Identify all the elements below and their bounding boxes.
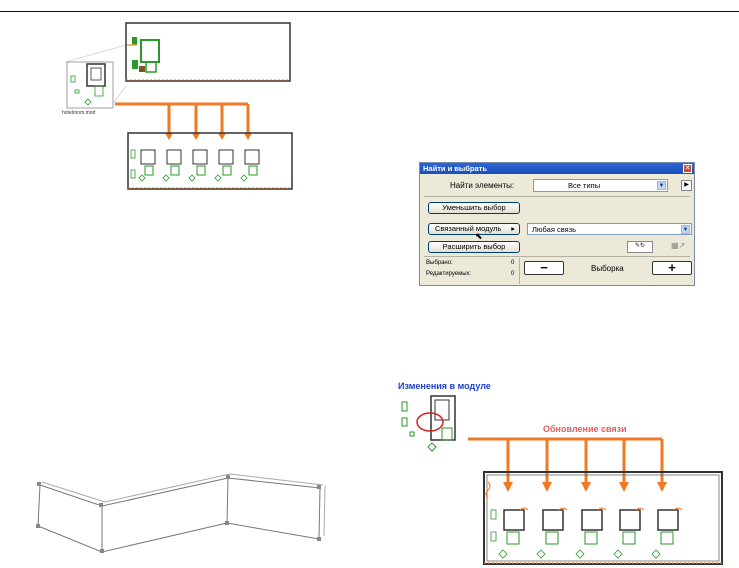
editable-count: 0 — [511, 271, 515, 277]
editable-label: Редактируемых: — [426, 271, 472, 277]
type-select[interactable]: Все типы ▼ — [533, 179, 668, 192]
find-select-panel: Найти и выбрать ✕ Найти элементы: Все ти… — [419, 162, 695, 286]
link-type-value: Любая связь — [532, 225, 577, 234]
selection-label: Выборка — [591, 264, 624, 273]
triangle-right-icon: ▸ — [511, 224, 515, 233]
top-rule — [0, 11, 739, 12]
selected-count: 0 — [511, 260, 515, 266]
module-file-label: hotelroom.mod — [62, 110, 96, 116]
chevron-down-icon: ▼ — [657, 181, 666, 190]
module-placement-figure — [64, 22, 293, 190]
linked-module-button[interactable]: Связанный модуль ▸ — [428, 223, 520, 235]
reduce-selection-button[interactable]: Уменьшить выбор — [428, 202, 520, 214]
close-icon[interactable]: ✕ — [683, 164, 692, 173]
inject-parameters-icon[interactable]: ▦↗ — [671, 241, 691, 253]
divider — [519, 258, 520, 284]
walls-3d-figure — [36, 473, 326, 553]
link-type-select[interactable]: Любая связь ▼ — [527, 223, 692, 235]
play-icon[interactable]: ▶ — [681, 180, 692, 191]
divider — [424, 256, 690, 257]
linked-module-label: Связанный модуль — [435, 224, 502, 233]
link-update-figure — [401, 395, 723, 565]
module-changes-caption: Изменения в модуле — [398, 381, 491, 391]
type-select-value: Все типы — [568, 181, 601, 190]
chevron-down-icon: ▼ — [681, 225, 690, 234]
divider — [424, 196, 690, 197]
pick-parameters-icon[interactable]: ✎↻ — [627, 241, 653, 253]
expand-selection-button[interactable]: Расширить выбор — [428, 241, 520, 253]
panel-title: Найти и выбрать — [420, 163, 694, 174]
minus-button[interactable]: − — [524, 261, 564, 275]
selected-label: Выбрано: — [426, 260, 453, 266]
plus-button[interactable]: + — [652, 261, 692, 275]
find-elements-label: Найти элементы: — [450, 181, 515, 190]
